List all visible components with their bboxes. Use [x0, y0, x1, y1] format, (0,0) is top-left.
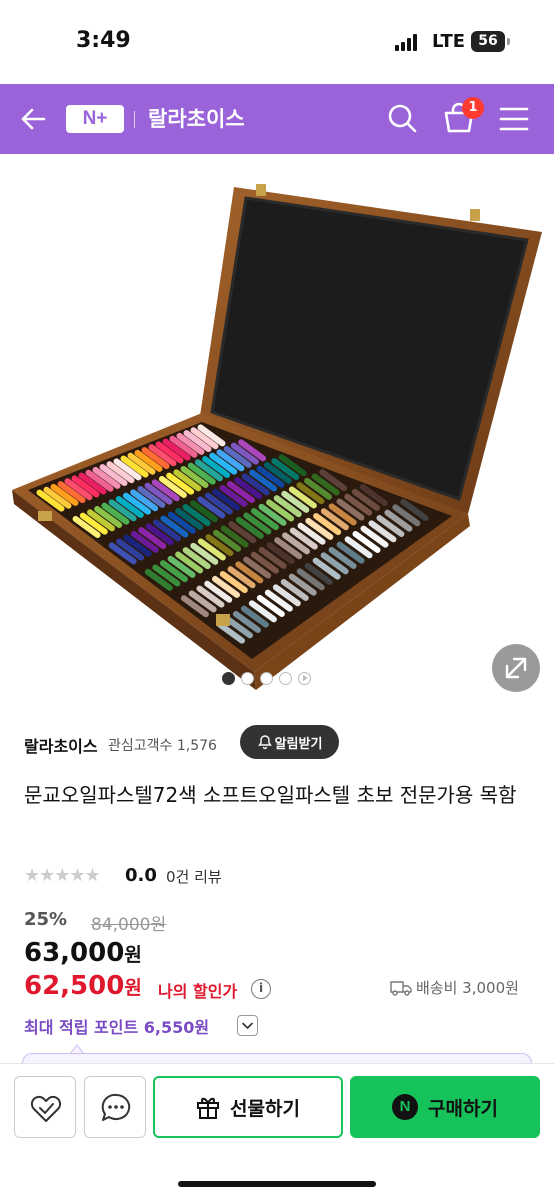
- pagination-dot[interactable]: [241, 671, 254, 685]
- home-indicator: [178, 1181, 376, 1187]
- video-play-icon[interactable]: [298, 671, 311, 685]
- truck-icon: [390, 981, 412, 996]
- my-discount-price: 62,500원: [24, 971, 142, 1001]
- notify-button[interactable]: 알림받기: [240, 725, 339, 759]
- my-price-unit: 원: [124, 977, 142, 999]
- info-icon[interactable]: i: [251, 979, 271, 999]
- max-points: 최대 적립 포인트 6,550원: [24, 1018, 210, 1037]
- pagination-dot[interactable]: [279, 671, 292, 685]
- like-button[interactable]: [14, 1076, 76, 1138]
- npay-icon: N: [392, 1094, 419, 1120]
- discount-rate: 25%: [24, 909, 68, 930]
- cart-count-badge: 1: [462, 97, 484, 119]
- gift-button[interactable]: 선물하기: [153, 1076, 343, 1138]
- fan-count: 관심고객수 1,576: [108, 738, 217, 754]
- battery-cap: [507, 38, 510, 45]
- product-image[interactable]: [0, 154, 554, 700]
- signal-icon: [395, 33, 421, 51]
- image-pagination[interactable]: [222, 671, 311, 685]
- bell-plus-icon: [257, 735, 272, 750]
- status-bar: 3:49 LTE 56: [0, 0, 554, 84]
- points-expand-button[interactable]: [237, 1015, 258, 1036]
- sale-price: 63,000원: [24, 938, 142, 968]
- search-icon[interactable]: [386, 102, 418, 134]
- store-name[interactable]: 랄라초이스: [148, 103, 245, 133]
- expand-arrows-icon: [505, 657, 527, 679]
- rating-score: 0.0: [125, 865, 157, 886]
- review-count[interactable]: 0건 리뷰: [166, 866, 222, 887]
- original-price: 84,000원: [91, 915, 167, 935]
- talk-talk-button[interactable]: [84, 1076, 146, 1138]
- hamburger-menu-icon[interactable]: [499, 106, 529, 132]
- battery-icon: 56: [471, 31, 505, 52]
- my-price-value: 62,500: [24, 971, 125, 1001]
- network-label: LTE: [432, 31, 466, 52]
- expand-image-button[interactable]: [492, 644, 540, 692]
- gift-icon: [197, 1097, 220, 1119]
- buy-label: 구매하기: [428, 1097, 498, 1120]
- notify-label: 알림받기: [274, 736, 323, 752]
- gift-label: 선물하기: [230, 1097, 300, 1120]
- chevron-down-icon: [242, 1022, 253, 1029]
- naver-plus-logo[interactable]: N+: [66, 105, 124, 133]
- shipping-fee: 배송비 3,000원: [416, 979, 519, 997]
- heart-check-icon: [30, 1095, 62, 1122]
- product-title: 문교오일파스텔72색 소프트오일파스텔 초보 전문가용 목함: [24, 783, 517, 807]
- buy-button[interactable]: N 구매하기: [350, 1076, 540, 1138]
- pagination-dot[interactable]: [260, 671, 273, 685]
- my-price-label: 나의 할인가: [158, 982, 238, 1001]
- sale-price-unit: 원: [124, 944, 142, 966]
- store-header: N+ 랄라초이스 1: [0, 84, 554, 154]
- status-time: 3:49: [76, 28, 131, 53]
- seller-name[interactable]: 랄라초이스: [24, 733, 98, 757]
- sale-price-value: 63,000: [24, 938, 125, 968]
- pagination-dot[interactable]: [222, 671, 235, 685]
- back-arrow-icon[interactable]: [18, 104, 48, 134]
- chat-bubble-icon: [101, 1093, 131, 1121]
- header-divider: [134, 111, 135, 128]
- pastel-box-illustration: [12, 184, 542, 690]
- rating-stars-icon: ★★★★★: [24, 865, 101, 886]
